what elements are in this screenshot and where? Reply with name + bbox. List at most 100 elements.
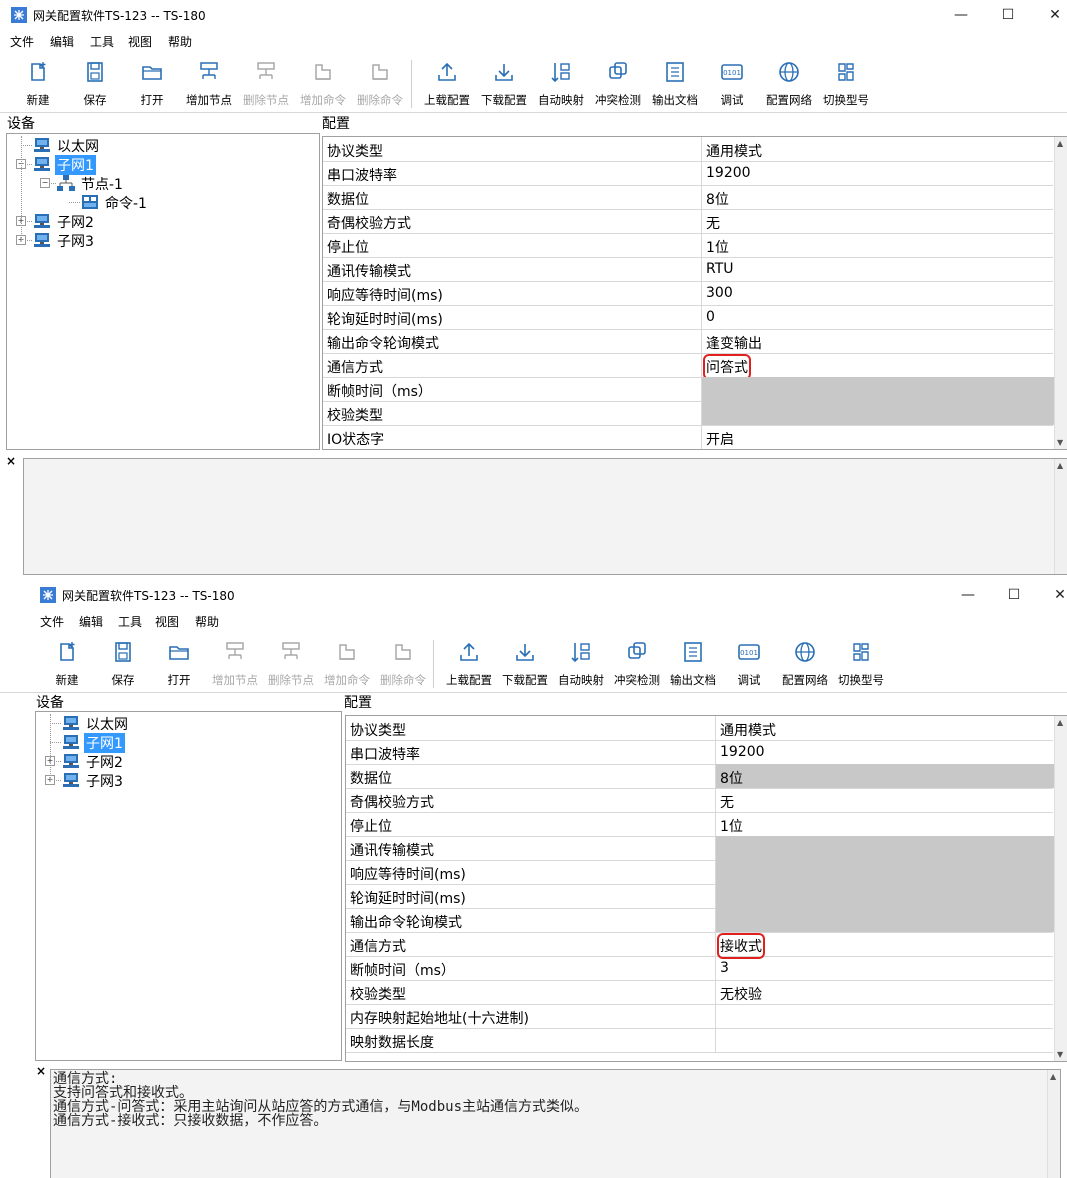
config-grid[interactable]: 协议类型 通用模式 串口波特率 19200 数据位 8位 奇偶校验方式 无停止位 1位 通讯传输模…: [345, 715, 1067, 1062]
property-value-cell[interactable]: [715, 908, 1054, 932]
menu-tools[interactable]: 工具: [118, 613, 142, 630]
toolbar-button-10[interactable]: 冲突检测: [590, 58, 646, 110]
property-row[interactable]: 轮询延时时间(ms): [346, 884, 1054, 909]
property-value-cell[interactable]: [715, 1028, 1054, 1052]
toolbar-button-5[interactable]: 增加命令: [319, 638, 375, 690]
toolbar-button-14[interactable]: 切换型号: [818, 58, 874, 110]
property-value-cell[interactable]: 1位: [715, 812, 1054, 836]
device-tree[interactable]: 以太网 子网1 子网2 + 子网3 +: [35, 711, 342, 1061]
property-value-cell[interactable]: 开启: [701, 425, 1054, 449]
toolbar-button-5[interactable]: 增加命令: [295, 58, 351, 110]
minimize-button[interactable]: —: [949, 4, 973, 26]
toolbar-button-7[interactable]: 上载配置: [419, 58, 475, 110]
close-button[interactable]: ✕: [1048, 584, 1067, 606]
menu-help[interactable]: 帮助: [195, 613, 219, 630]
property-value-cell[interactable]: 问答式: [701, 353, 1054, 380]
config-grid[interactable]: 协议类型 通用模式 串口波特率 19200 数据位 8位 奇偶校验方式 无停止位 1位 通讯传输模…: [322, 136, 1067, 450]
property-value-cell[interactable]: [715, 860, 1054, 884]
property-row[interactable]: 断帧时间（ms）: [323, 377, 1054, 402]
scroll-down-icon[interactable]: ▼: [1057, 1050, 1063, 1059]
property-value-cell[interactable]: 通用模式: [701, 137, 1054, 161]
toolbar-button-7[interactable]: 上载配置: [441, 638, 497, 690]
toolbar-button-12[interactable]: 0101 调试: [721, 638, 777, 690]
property-value-cell[interactable]: 无校验: [715, 980, 1054, 1004]
toolbar-button-1[interactable]: 保存: [67, 58, 123, 110]
toolbar-button-6[interactable]: 删除命令: [352, 58, 408, 110]
scroll-up-icon[interactable]: ▲: [1057, 139, 1063, 148]
toolbar-button-8[interactable]: 下载配置: [497, 638, 553, 690]
property-row[interactable]: 响应等待时间(ms) 300: [323, 281, 1053, 306]
property-row[interactable]: 通信方式 问答式: [323, 353, 1054, 380]
property-value-cell[interactable]: [715, 1004, 1054, 1028]
property-value-cell[interactable]: 无: [715, 788, 1054, 812]
description-scrollbar[interactable]: ▲: [1047, 1070, 1060, 1178]
menu-view[interactable]: 视图: [128, 33, 152, 50]
toolbar-button-11[interactable]: 输出文档: [647, 58, 703, 110]
toolbar-button-3[interactable]: 增加节点: [181, 58, 237, 110]
description-scrollbar[interactable]: ▲: [1054, 459, 1067, 574]
scroll-down-icon[interactable]: ▼: [1057, 438, 1063, 447]
property-value-cell[interactable]: 逢变输出: [701, 329, 1054, 353]
property-row[interactable]: IO状态字 开启: [323, 425, 1054, 449]
property-row[interactable]: 断帧时间（ms） 3: [346, 956, 1053, 981]
menu-help[interactable]: 帮助: [168, 33, 192, 50]
device-tree[interactable]: 以太网 子网1− 节点-1− 命令-1 子网2 + 子网3 +: [6, 133, 320, 450]
toolbar-button-11[interactable]: 输出文档: [665, 638, 721, 690]
menu-tools[interactable]: 工具: [90, 33, 114, 50]
property-value-cell[interactable]: 0: [701, 305, 1054, 329]
property-row[interactable]: 串口波特率 19200: [323, 161, 1053, 186]
property-row[interactable]: 数据位 8位: [323, 185, 1053, 210]
menu-edit[interactable]: 编辑: [50, 33, 74, 50]
property-row[interactable]: 串口波特率 19200: [346, 740, 1053, 765]
property-value-cell[interactable]: [715, 884, 1054, 908]
toolbar-button-10[interactable]: 冲突检测: [609, 638, 665, 690]
property-row[interactable]: 奇偶校验方式 无: [346, 788, 1053, 813]
scroll-up-icon[interactable]: ▲: [1057, 461, 1063, 470]
property-row[interactable]: 通讯传输模式 RTU: [323, 257, 1053, 282]
toolbar-button-4[interactable]: 删除节点: [263, 638, 319, 690]
property-value-cell[interactable]: 8位: [701, 185, 1054, 209]
close-button[interactable]: ✕: [1043, 4, 1067, 26]
property-value-cell[interactable]: 19200: [715, 740, 1054, 764]
toolbar-button-9[interactable]: 自动映射: [553, 638, 609, 690]
toolbar-button-2[interactable]: 打开: [124, 58, 180, 110]
property-value-cell[interactable]: 3: [715, 956, 1054, 980]
property-row[interactable]: 校验类型 无校验: [346, 980, 1053, 1005]
property-row[interactable]: 校验类型: [323, 401, 1054, 426]
menu-edit[interactable]: 编辑: [79, 613, 103, 630]
menu-file[interactable]: 文件: [10, 33, 34, 50]
property-value-cell[interactable]: 19200: [701, 161, 1054, 185]
toolbar-button-0[interactable]: 新建: [39, 638, 95, 690]
menu-view[interactable]: 视图: [155, 613, 179, 630]
property-row[interactable]: 映射数据长度: [346, 1028, 1053, 1053]
property-row[interactable]: 输出命令轮询模式 逢变输出: [323, 329, 1053, 354]
minimize-button[interactable]: —: [956, 584, 980, 606]
description-close-icon[interactable]: ×: [6, 454, 16, 468]
property-value-cell[interactable]: 无: [701, 209, 1054, 233]
toolbar-button-3[interactable]: 增加节点: [207, 638, 263, 690]
property-value-cell[interactable]: RTU: [701, 257, 1054, 281]
toolbar-button-14[interactable]: 切换型号: [833, 638, 889, 690]
grid-scrollbar[interactable]: ▲ ▼: [1054, 137, 1067, 449]
property-row[interactable]: 协议类型 通用模式: [323, 137, 1053, 162]
property-row[interactable]: 停止位 1位: [346, 812, 1053, 837]
property-value-cell[interactable]: 接收式: [715, 932, 1054, 959]
property-row[interactable]: 响应等待时间(ms): [346, 860, 1054, 885]
property-row[interactable]: 输出命令轮询模式: [346, 908, 1054, 933]
toolbar-button-1[interactable]: 保存: [95, 638, 151, 690]
description-close-icon[interactable]: ×: [36, 1064, 46, 1078]
property-value-cell[interactable]: 300: [701, 281, 1054, 305]
property-row[interactable]: 通信方式 接收式: [346, 932, 1054, 959]
property-row[interactable]: 奇偶校验方式 无: [323, 209, 1053, 234]
property-row[interactable]: 协议类型 通用模式: [346, 716, 1053, 741]
toolbar-button-12[interactable]: 0101 调试: [704, 58, 760, 110]
property-value-cell[interactable]: [715, 836, 1054, 860]
scroll-up-icon[interactable]: ▲: [1057, 718, 1063, 727]
property-row[interactable]: 数据位 8位: [346, 764, 1054, 789]
scroll-up-icon[interactable]: ▲: [1050, 1072, 1056, 1081]
toolbar-button-13[interactable]: 配置网络: [777, 638, 833, 690]
menu-file[interactable]: 文件: [40, 613, 64, 630]
property-value-cell[interactable]: 1位: [701, 233, 1054, 257]
collapse-icon[interactable]: −: [40, 178, 50, 188]
property-row[interactable]: 内存映射起始地址(十六进制): [346, 1004, 1053, 1029]
